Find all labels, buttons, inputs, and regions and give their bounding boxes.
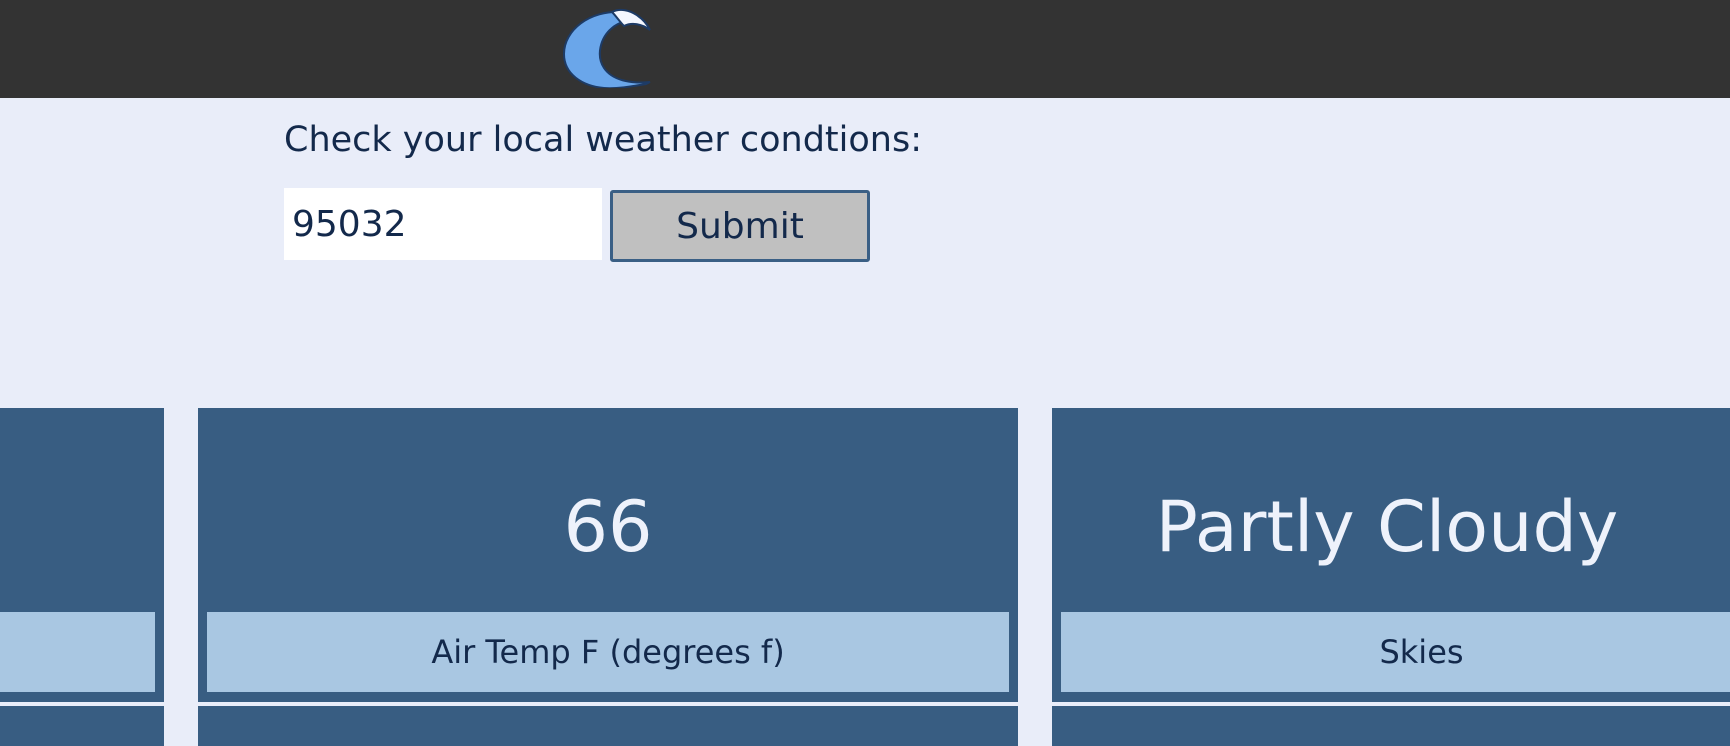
weather-card-skies: Partly Cloudy Skies <box>1052 408 1730 702</box>
weather-prompt: Check your local weather condtions: <box>284 120 922 160</box>
weather-card-air-temp: 66 Air Temp F (degrees f) <box>198 408 1018 702</box>
weather-card <box>198 706 1018 746</box>
wave-icon[interactable] <box>560 6 660 88</box>
skies-value: Partly Cloudy <box>1155 486 1619 568</box>
submit-button[interactable]: Submit <box>610 190 870 262</box>
zip-code-input[interactable] <box>284 188 602 260</box>
weather-card <box>0 408 164 702</box>
card-label <box>0 612 155 692</box>
weather-card <box>0 706 164 746</box>
weather-card <box>1052 706 1730 746</box>
air-temp-label: Air Temp F (degrees f) <box>207 612 1009 692</box>
skies-label: Skies <box>1061 612 1730 692</box>
air-temp-value: 66 <box>563 486 653 568</box>
top-navbar <box>0 0 1730 98</box>
